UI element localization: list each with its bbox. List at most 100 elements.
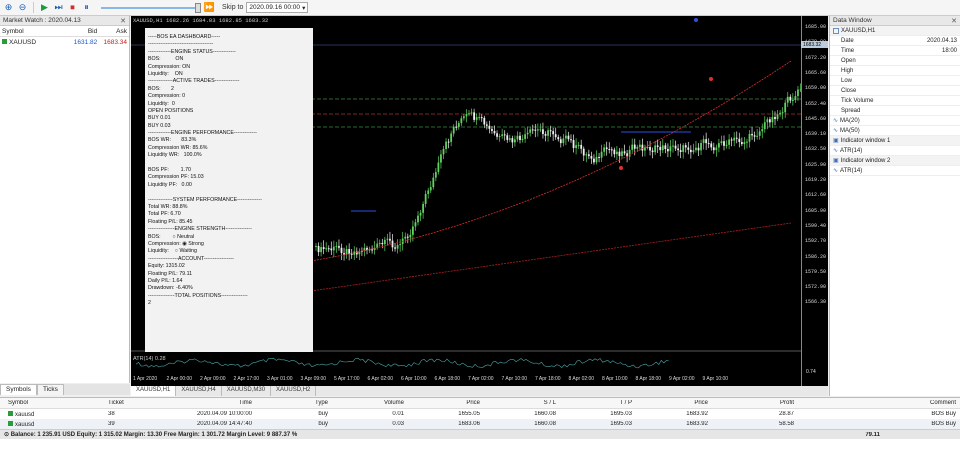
candle-body [399,244,402,246]
close-icon[interactable]: ✕ [951,17,957,25]
balance-row[interactable]: ⊙ Balance: 1 235.91 USD Equity: 1 315.02… [0,429,960,439]
candle-body [674,145,677,149]
candle-body [442,149,445,155]
trade-row[interactable]: xauusd 39 2020.04.09 14:47:40 buy 0.03 1683.0… [0,419,960,429]
column-header-comment[interactable]: Comment [794,400,960,406]
trade-sl: 1660.08 [534,421,556,427]
candle-body [743,142,746,145]
column-header-time[interactable]: Time [142,400,252,406]
stop-icon[interactable]: ⏹ [67,2,78,13]
candle-body [575,145,577,149]
symbol-row[interactable]: XAUUSD 1631.82 1683.34 [0,37,129,48]
candle-body [763,122,766,130]
time-axis-label: 7 Apr 18:00 [535,376,561,382]
price-axis-label: 1639.10 [805,131,827,138]
step-icon[interactable]: ⏭ [53,2,64,13]
close-icon[interactable]: ✕ [120,17,126,25]
candle-body [514,139,516,143]
candle-body [570,139,572,141]
trade-row[interactable]: xauusd 38 2020.04.09 10:00:00 buy 0.01 1655.0… [0,409,960,419]
zoom-in-icon[interactable]: ⊕ [3,2,14,13]
column-header-sl[interactable]: S / L [480,400,556,406]
dashboard-line: Total WR: 88.8% [148,203,188,210]
market-watch-header: Symbol Bid Ask [0,26,129,37]
speed-slider-thumb[interactable] [195,3,201,13]
trade-tp: 1695.03 [610,411,632,417]
candle-body [478,117,481,119]
tab-ticks[interactable]: Ticks [36,384,64,395]
tab-symbols[interactable]: Symbols [0,384,37,395]
column-header-symbol[interactable]: Symbol [0,400,72,406]
speed-slider[interactable] [101,2,201,13]
tab-xauusd-m30[interactable]: XAUUSD,M30 [222,386,272,396]
column-header-volume[interactable]: Volume [328,400,404,406]
trade-tp: 1695.03 [610,421,632,427]
time-axis-label: 3 Apr 01:00 [267,376,293,382]
candle-body [598,156,600,158]
dashboard-line: ---------------TOTAL POSITIONS----------… [148,292,248,299]
atr-line [135,357,669,369]
indicator-row[interactable]: ∿ MA(20) [830,116,960,126]
data-window-row[interactable]: Open [830,56,960,66]
trade-ticket: 39 [108,421,115,427]
tab-xauusd-h1[interactable]: XAUUSD,H1 [131,386,177,396]
candle-body [687,147,690,150]
column-header-tp[interactable]: T / P [556,400,632,406]
candle-body [733,137,736,141]
dashboard-line: Liquidity: 0 [148,100,175,107]
skip-forward-icon[interactable]: ⏩ [204,2,215,13]
candle-body [707,143,710,145]
pause-icon[interactable]: ⏸ [81,2,92,13]
tab-xauusd-h4[interactable]: XAUUSD,H4 [176,386,222,396]
trade-volume: 0.03 [392,421,404,427]
time-axis-label: 6 Apr 10:00 [401,376,427,382]
candle-body [531,129,534,131]
candle-body [381,242,384,245]
candle-body [697,147,700,151]
zoom-out-icon[interactable]: ⊖ [17,2,28,13]
data-window-symbol-row[interactable]: XAUUSD,H1 [830,26,960,36]
column-header-price[interactable]: Price [632,400,708,406]
data-window-row[interactable]: Close [830,86,960,96]
price-axis-label: 1566.30 [805,299,827,306]
indicator-window-row[interactable]: ▣ Indicator window 1 [830,136,960,146]
skip-date-field[interactable]: 2020.09.16 00:00 ▾ [246,2,309,13]
trade-comment: BOS Buy [931,411,956,417]
play-icon[interactable]: ▶ [39,2,50,13]
candle-body [447,141,450,143]
column-header-profit[interactable]: Profit [708,400,794,406]
data-window-row[interactable]: Spread [830,106,960,116]
time-axis-label: 8 Apr 10:00 [602,376,628,382]
column-header-type[interactable]: Type [252,400,328,406]
price-axis[interactable]: 1685.001678.801672.201665.601659.001652.… [801,16,828,386]
candle-body [460,118,463,124]
indicator-window-row[interactable]: ▣ Indicator window 2 [830,156,960,166]
candle-body [434,171,437,178]
data-window-row[interactable]: High [830,66,960,76]
symbol-name: XAUUSD [9,39,37,46]
candle-body [468,113,470,115]
data-window-row[interactable]: Tick Volume [830,96,960,106]
column-header-bid[interactable]: Bid [65,28,97,35]
indicator-row[interactable]: ∿ ATR(14) [830,146,960,156]
column-header-symbol[interactable]: Symbol [2,28,65,35]
price-chart[interactable]: XAUUSD,H1 1682.26 1684.03 1682.85 1683.3… [131,16,828,386]
data-window-row[interactable]: Time 18:00 [830,46,960,56]
dashboard-line: Liquidity WR: 100.0% [148,152,202,159]
data-window-key: High [841,67,854,74]
candle-body [330,248,333,251]
indicator-row[interactable]: ∿ MA(50) [830,126,960,136]
column-header-ask[interactable]: Ask [97,28,127,35]
candle-body [740,141,743,145]
tab-xauusd-h2[interactable]: XAUUSD,H2 [271,386,317,396]
data-window-row[interactable]: Date 2020.04.13 [830,36,960,46]
calendar-icon[interactable]: ▾ [302,4,305,12]
column-header-ticket[interactable]: Ticket [72,400,142,406]
indicator-row[interactable]: ∿ ATR(14) [830,166,960,176]
column-header-price[interactable]: Price [404,400,480,406]
dashboard-line: Drawdown: -6.40% [148,285,193,292]
data-window-row[interactable]: Low [830,76,960,86]
candle-body [534,129,537,131]
candle-body [766,119,769,123]
dashboard-line: Liquidity: ○ Waiting [148,248,197,255]
